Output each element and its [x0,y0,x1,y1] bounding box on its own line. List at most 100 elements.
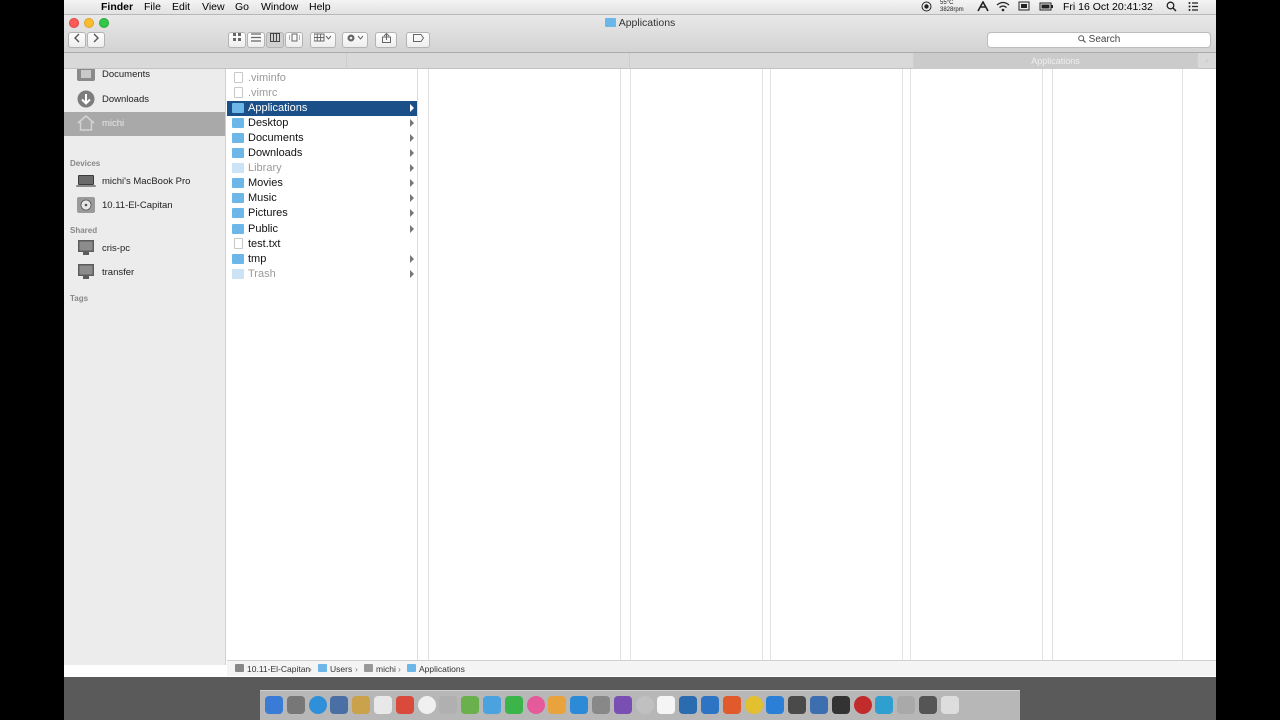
column-view-button[interactable] [266,32,284,48]
file-row-desktop[interactable]: Desktop [227,116,417,131]
firefox-icon[interactable] [722,696,741,714]
notes-icon[interactable] [395,696,414,714]
back-button[interactable] [68,32,86,48]
icon-view-button[interactable] [228,32,246,48]
column-header-3[interactable]: Applications [914,53,1198,69]
mail-icon[interactable] [330,696,349,714]
vscode-icon[interactable] [701,696,719,714]
search-field[interactable]: Search [987,32,1211,48]
menu-help[interactable]: Help [309,1,331,14]
itunes-icon[interactable] [526,696,545,714]
spotlight-icon[interactable] [1166,1,1177,16]
menu-window[interactable]: Window [261,1,298,14]
file-row-pictures[interactable]: Pictures [227,206,417,221]
menu-go[interactable]: Go [235,1,249,14]
messages-icon[interactable] [483,696,501,714]
file-row-test-txt[interactable]: test.txt [227,237,417,252]
file-row-public[interactable]: Public [227,222,417,237]
disk-utility-icon[interactable] [897,696,916,714]
column-divider[interactable] [630,69,631,665]
column-divider[interactable] [762,69,763,665]
file-row-applications[interactable]: Applications [227,101,417,117]
fan-readout[interactable]: 3828rpm [940,7,964,14]
contacts-icon[interactable] [352,696,371,714]
share-button[interactable] [375,32,397,48]
reminders-icon[interactable] [417,696,436,714]
arrange-button[interactable] [310,32,336,48]
battery-icon[interactable] [1039,1,1054,16]
column-divider[interactable] [1042,69,1043,665]
app-store-icon[interactable] [570,696,589,714]
file-row-documents[interactable]: Documents [227,131,417,146]
column-divider[interactable] [620,69,621,665]
filezilla-icon[interactable] [853,696,872,714]
ibooks-icon[interactable] [548,696,567,714]
menu-view[interactable]: View [202,1,225,14]
chrome-icon[interactable] [744,696,763,714]
sidebar-item-transfer[interactable]: transfer [64,261,225,285]
sidebar-item-michi[interactable]: michi [64,112,225,136]
column-divider[interactable] [428,69,429,665]
imovie-icon[interactable] [613,696,632,714]
clock-datetime[interactable]: Fri 16 Oct 20:41:32 [1063,1,1153,14]
file-row-trash[interactable]: Trash [227,267,417,282]
xcode-icon[interactable] [679,696,698,714]
preview-icon[interactable] [635,696,654,714]
column-header-add[interactable]: + [1198,53,1216,69]
path-item[interactable]: Users [330,664,352,674]
network-utility-icon[interactable] [875,696,894,714]
list-view-button[interactable] [247,32,265,48]
column-header-2[interactable] [630,53,914,69]
file-row-tmp[interactable]: tmp [227,252,417,267]
column-divider[interactable] [902,69,903,665]
action-button[interactable] [342,32,368,48]
temperature-readout[interactable]: 55°C [940,0,953,7]
notification-center-icon[interactable] [1188,1,1199,16]
column-header-0[interactable] [64,53,347,69]
file-row-movies[interactable]: Movies [227,176,417,191]
sidebar-item-el-capitan[interactable]: 10.11-El-Capitan [64,194,225,218]
forward-button[interactable] [87,32,105,48]
sidebar-item-cris-pc[interactable]: cris-pc [64,237,225,261]
sidebar-item-downloads[interactable]: Downloads [64,88,225,112]
column-divider[interactable] [1182,69,1183,665]
status-app-icon[interactable] [977,0,989,16]
sidebar-item-documents[interactable]: Documents [64,69,225,87]
column-divider[interactable] [770,69,771,665]
terminal-icon[interactable] [788,696,807,714]
menu-edit[interactable]: Edit [172,1,190,14]
wifi-icon[interactable] [996,1,1010,16]
cover-flow-button[interactable] [285,32,303,48]
menu-file[interactable]: File [144,1,161,14]
safari-icon[interactable] [308,696,327,714]
file-row-library[interactable]: Library [227,161,417,176]
path-item[interactable]: Applications [419,664,465,674]
photos-icon[interactable] [461,696,480,714]
file-row-music[interactable]: Music [227,191,417,206]
system-preferences-icon[interactable] [592,696,610,714]
calendar-icon[interactable] [374,696,392,714]
virtualbox-icon[interactable] [810,696,828,714]
facetime-icon[interactable] [504,696,523,714]
maps-icon[interactable] [439,696,458,714]
display-icon[interactable] [1018,1,1030,16]
skype-icon[interactable] [766,696,785,714]
column-divider[interactable] [910,69,911,665]
file-row-downloads[interactable]: Downloads [227,146,417,161]
path-item[interactable]: michi [376,664,396,674]
textedit-icon[interactable] [657,696,676,714]
file-row-dot-viminfo[interactable]: .viminfo [227,71,417,86]
trash-icon[interactable] [940,696,959,714]
launchpad-icon[interactable] [286,696,305,714]
downloads-stack-icon[interactable] [919,696,937,714]
path-item[interactable]: 10.11-El-Capitan [247,664,310,674]
record-icon[interactable] [921,1,932,16]
file-row-dot-vimrc[interactable]: .vimrc [227,86,417,101]
console-icon[interactable] [831,696,850,714]
tags-button[interactable] [406,32,430,48]
column-divider[interactable] [1052,69,1053,665]
finder-icon[interactable] [265,696,283,714]
menu-app-name[interactable]: Finder [101,1,133,14]
column-header-1[interactable] [347,53,630,69]
sidebar-item-macbook[interactable]: michi's MacBook Pro [64,170,225,194]
